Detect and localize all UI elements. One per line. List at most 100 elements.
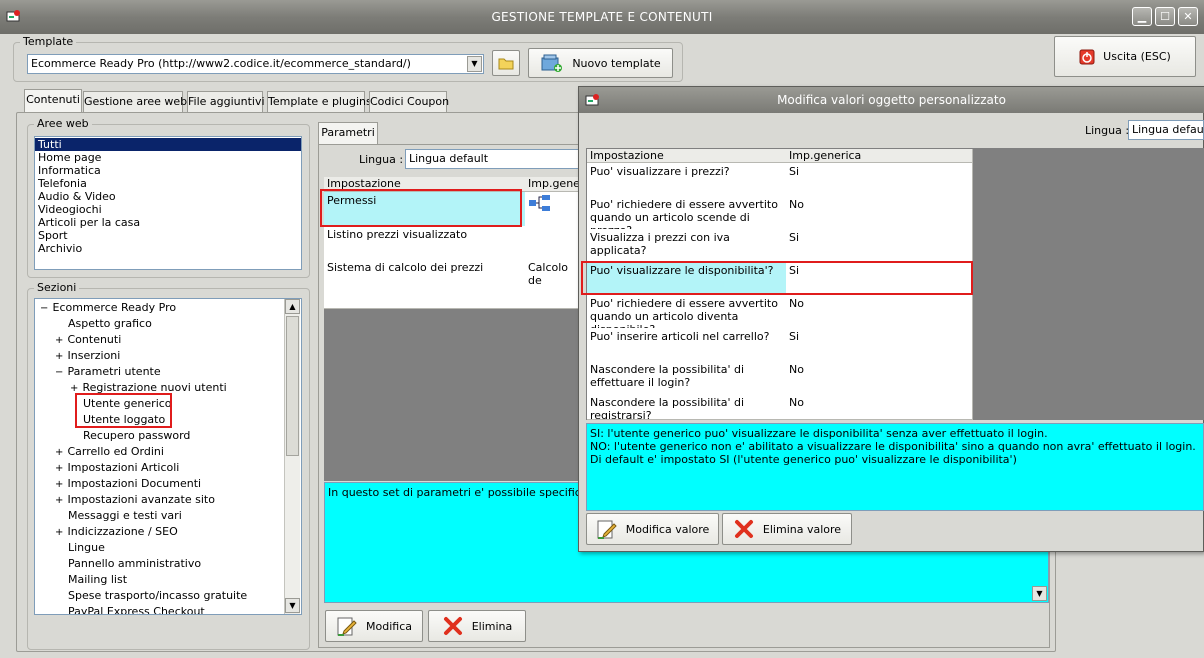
tree-expander[interactable]: + <box>55 477 64 493</box>
new-template-icon <box>541 54 563 72</box>
exit-button[interactable]: Uscita (ESC) <box>1054 36 1196 77</box>
dialog-grid-empty-area <box>974 148 1204 420</box>
chevron-down-icon[interactable]: ▼ <box>467 56 482 72</box>
tree-item[interactable]: Aspetto grafico <box>68 316 152 332</box>
table-row-name[interactable]: Listino prezzi visualizzato <box>324 226 526 260</box>
tree-item[interactable]: + Indicizzazione / SEO <box>55 524 178 540</box>
tree-item[interactable]: + Impostazioni Articoli <box>55 460 179 476</box>
maximize-button[interactable]: ☐ <box>1155 7 1175 26</box>
elimina-valore-button[interactable]: Elimina valore <box>722 513 852 545</box>
tree-expander[interactable]: − <box>40 301 49 317</box>
table-row-value[interactable]: No <box>786 295 973 329</box>
dialog-description-line: SI: l'utente generico puo' visualizzare … <box>590 427 1048 440</box>
tree-item[interactable]: − Parametri utente <box>55 364 161 380</box>
tree-expander[interactable]: + <box>55 525 64 541</box>
table-row-value[interactable]: Si <box>786 328 973 362</box>
tab-codici-coupon[interactable]: Codici Coupon <box>369 91 449 112</box>
grid-header[interactable]: Imp.generica <box>786 149 973 163</box>
table-row-value[interactable]: Calcolo de <box>525 259 580 293</box>
tree-item-label: Messaggi e testi vari <box>68 509 182 522</box>
list-item[interactable]: Audio & Video <box>35 190 301 203</box>
close-button[interactable]: ✕ <box>1178 7 1198 26</box>
table-row-name[interactable]: Nascondere la possibilita' di effettuare… <box>587 361 787 395</box>
tree-scrollbar[interactable]: ▲ ▼ <box>284 299 300 614</box>
tree-item[interactable]: + Impostazioni Documenti <box>55 476 201 492</box>
tree-item[interactable]: PayPal Express Checkout <box>68 604 205 614</box>
new-template-button[interactable]: Nuovo template <box>528 48 673 78</box>
list-item[interactable]: Home page <box>35 151 301 164</box>
scroll-down-icon[interactable]: ▼ <box>285 598 300 613</box>
list-item[interactable]: Tutti <box>35 138 301 151</box>
modifica-label: Modifica <box>366 619 412 633</box>
table-row-value[interactable]: No <box>786 394 973 420</box>
lingua-combo[interactable]: Lingua default <box>405 149 580 169</box>
lingua-combo-value: Lingua default <box>409 152 489 165</box>
tree-item[interactable]: Messaggi e testi vari <box>68 508 182 524</box>
table-row-value[interactable] <box>525 226 580 260</box>
tree-item[interactable]: Spese trasporto/incasso gratuite <box>68 588 247 604</box>
table-row-value[interactable]: Si <box>786 229 973 263</box>
tree-item[interactable]: + Impostazioni avanzate sito <box>55 492 215 508</box>
table-row-name[interactable]: Visualizza i prezzi con iva applicata? <box>587 229 787 263</box>
tree-item[interactable]: Pannello amministrativo <box>68 556 201 572</box>
list-item[interactable]: Archivio <box>35 242 301 255</box>
tab-parametri[interactable]: Parametri <box>318 122 378 144</box>
app-icon <box>6 10 20 22</box>
dialog-description-line: NO: l'utente generico non e' abilitato a… <box>590 440 1196 453</box>
tree-item[interactable]: + Carrello ed Ordini <box>55 444 164 460</box>
scroll-up-icon[interactable]: ▲ <box>285 299 300 314</box>
list-item[interactable]: Telefonia <box>35 177 301 190</box>
list-item[interactable]: Informatica <box>35 164 301 177</box>
dialog-lingua-label: Lingua : <box>1085 124 1130 137</box>
tree-item[interactable]: + Inserzioni <box>55 348 120 364</box>
list-item[interactable]: Sport <box>35 229 301 242</box>
highlight-disponibilita <box>581 261 973 295</box>
minimize-button[interactable]: ▁ <box>1132 7 1152 26</box>
grid-header[interactable]: Impostazione <box>587 149 787 163</box>
tree-item[interactable]: Lingue <box>68 540 105 556</box>
tree-expander[interactable]: + <box>55 349 64 365</box>
modifica-button[interactable]: Modifica <box>325 610 423 642</box>
tree-expander[interactable]: − <box>55 365 64 381</box>
aree-web-label: Aree web <box>34 117 92 130</box>
tab-gestione-aree-web[interactable]: Gestione aree web <box>83 91 187 112</box>
tree-expander[interactable]: + <box>55 445 64 461</box>
tree-item[interactable]: Mailing list <box>68 572 127 588</box>
tab-contenuti[interactable]: Contenuti <box>24 89 82 113</box>
tree-expander[interactable]: + <box>55 333 64 349</box>
modifica-valore-button[interactable]: Modifica valore <box>586 513 719 545</box>
tree-expander[interactable]: + <box>55 461 64 477</box>
grid-header[interactable]: Imp.generica <box>525 177 580 192</box>
tab-file-aggiuntivi[interactable]: File aggiuntivi <box>187 91 265 112</box>
table-row-value[interactable]: Si <box>786 163 973 197</box>
table-row-name[interactable]: Puo' richiedere di essere avvertito quan… <box>587 196 787 230</box>
template-combo[interactable]: Ecommerce Ready Pro (http://www2.codice.… <box>27 54 484 74</box>
tree-expander[interactable]: + <box>55 493 64 509</box>
table-row-name[interactable]: Puo' richiedere di essere avvertito quan… <box>587 295 787 329</box>
desc-scroll-down-icon[interactable]: ▼ <box>1032 586 1047 601</box>
tree-item[interactable]: + Contenuti <box>55 332 121 348</box>
scrollbar-thumb[interactable] <box>286 316 299 456</box>
aree-web-list[interactable]: Tutti Home page Informatica Telefonia Au… <box>34 136 302 270</box>
new-template-label: Nuovo template <box>572 56 661 70</box>
table-row-name[interactable]: Sistema di calcolo dei prezzi <box>324 259 526 293</box>
table-row-value[interactable]: No <box>786 196 973 230</box>
open-folder-button[interactable] <box>492 50 520 76</box>
dialog-titlebar: Modifica valori oggetto personalizzato <box>579 87 1204 113</box>
table-row-name[interactable]: Puo' inserire articoli nel carrello? <box>587 328 787 362</box>
tab-template-plugins[interactable]: Template e plugins <box>267 91 372 112</box>
table-row-value[interactable] <box>525 192 580 227</box>
list-item[interactable]: Articoli per la casa <box>35 216 301 229</box>
tree-item[interactable]: − Ecommerce Ready Pro <box>40 300 176 316</box>
sezioni-label: Sezioni <box>34 281 80 294</box>
list-item[interactable]: Videogiochi <box>35 203 301 216</box>
tree-item-label: Parametri utente <box>67 365 161 378</box>
sezioni-tree[interactable]: − Ecommerce Ready Pro Aspetto grafico + … <box>34 298 302 615</box>
template-combo-value: Ecommerce Ready Pro (http://www2.codice.… <box>31 57 411 70</box>
dialog-lingua-combo[interactable]: Lingua default <box>1128 120 1204 140</box>
tree-item[interactable]: Recupero password <box>83 428 190 444</box>
elimina-button[interactable]: Elimina <box>428 610 526 642</box>
table-row-name[interactable]: Nascondere la possibilita' di registrars… <box>587 394 787 420</box>
table-row-value[interactable]: No <box>786 361 973 395</box>
table-row-name[interactable]: Puo' visualizzare i prezzi? <box>587 163 787 197</box>
